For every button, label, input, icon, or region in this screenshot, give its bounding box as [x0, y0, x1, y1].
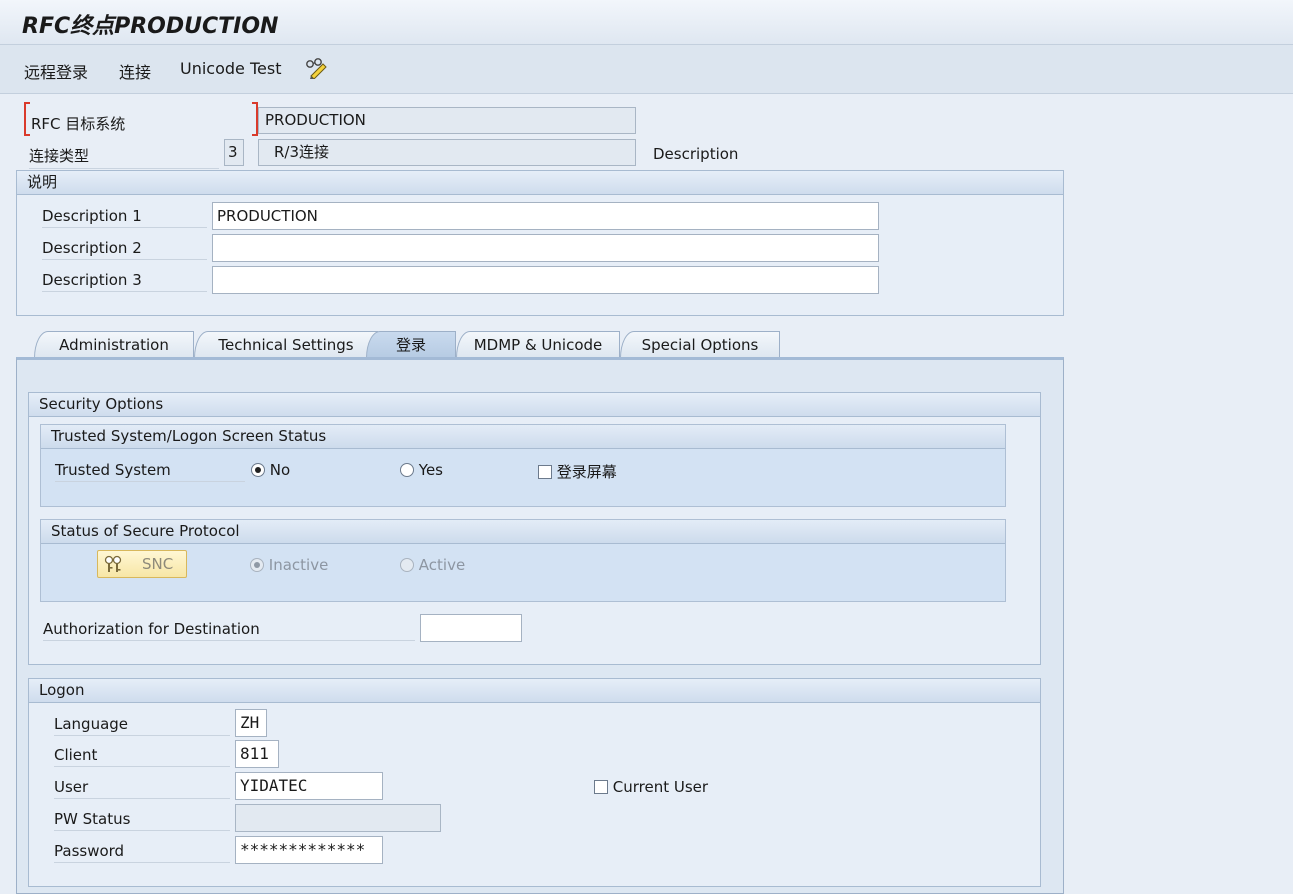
password-label: Password — [54, 842, 230, 863]
password-input[interactable]: ************* — [235, 836, 383, 864]
tab-logon[interactable]: 登录 — [366, 331, 456, 358]
pw-status-label: PW Status — [54, 810, 230, 831]
snc-active-label: Active — [418, 556, 466, 574]
window-title: RFC终点PRODUCTION — [22, 14, 279, 39]
language-input[interactable]: ZH — [235, 709, 267, 737]
remote-logon-button[interactable]: 远程登录 — [24, 59, 88, 83]
description-3-label: Description 3 — [42, 271, 207, 292]
radio-trusted-no[interactable] — [251, 463, 265, 477]
client-input[interactable]: 811 — [235, 740, 279, 768]
trusted-system-label: Trusted System — [55, 461, 245, 482]
connection-type-code[interactable]: 3 — [224, 139, 244, 166]
current-user-checkbox[interactable] — [594, 780, 608, 794]
authorization-input[interactable] — [420, 614, 522, 642]
logon-screen-checkbox[interactable] — [538, 465, 552, 479]
connection-type-value: R/3连接 — [258, 139, 636, 166]
snc-button-label: SNC — [142, 555, 174, 573]
radio-trusted-yes[interactable] — [400, 463, 414, 477]
tab-mdmp-unicode[interactable]: MDMP & Unicode — [456, 331, 620, 358]
snc-active-option: Active — [400, 556, 465, 574]
radio-snc-inactive — [250, 558, 264, 572]
title-bar: RFC终点PRODUCTION — [0, 0, 1293, 45]
tab-special-options[interactable]: Special Options — [620, 331, 780, 358]
snc-inactive-option: Inactive — [250, 556, 328, 574]
unicode-test-button[interactable]: Unicode Test — [180, 59, 281, 78]
security-options-title: Security Options — [29, 393, 1040, 417]
snc-inactive-label: Inactive — [268, 556, 329, 574]
required-bracket-left — [24, 102, 30, 136]
trusted-system-group-title: Trusted System/Logon Screen Status — [41, 425, 1005, 449]
logon-screen-option[interactable]: 登录屏幕 — [538, 461, 617, 482]
trusted-no-label: No — [269, 461, 291, 479]
logon-screen-label: 登录屏幕 — [556, 463, 617, 481]
connection-test-button[interactable]: 连接 — [119, 59, 151, 83]
client-label: Client — [54, 746, 230, 767]
keys-icon — [104, 555, 124, 581]
rfc-target-label: RFC 目标系统 — [31, 115, 126, 133]
description-2-input[interactable] — [212, 234, 879, 262]
language-label: Language — [54, 715, 230, 736]
description-3-input[interactable] — [212, 266, 879, 294]
authorization-label: Authorization for Destination — [43, 620, 415, 641]
rfc-target-field[interactable]: PRODUCTION — [258, 107, 636, 134]
user-input[interactable]: YIDATEC — [235, 772, 383, 800]
current-user-option[interactable]: Current User — [594, 778, 708, 796]
radio-snc-active — [400, 558, 414, 572]
pencil-glasses-icon[interactable] — [304, 57, 328, 83]
description-1-label: Description 1 — [42, 207, 207, 228]
description-label: Description — [653, 145, 739, 163]
trusted-yes-option[interactable]: Yes — [400, 461, 443, 479]
tab-technical-settings[interactable]: Technical Settings — [194, 331, 378, 358]
snc-button[interactable]: SNC — [97, 550, 187, 578]
secure-protocol-group-title: Status of Secure Protocol — [41, 520, 1005, 544]
connection-type-label: 连接类型 — [29, 145, 219, 169]
user-label: User — [54, 778, 230, 799]
description-1-input[interactable]: PRODUCTION — [212, 202, 879, 230]
tab-administration[interactable]: Administration — [34, 331, 194, 358]
pw-status-field — [235, 804, 441, 832]
trusted-yes-label: Yes — [418, 461, 443, 479]
application-toolbar: 远程登录 连接 Unicode Test — [0, 45, 1293, 94]
current-user-label: Current User — [612, 778, 709, 796]
description-2-label: Description 2 — [42, 239, 207, 260]
trusted-no-option[interactable]: No — [251, 461, 290, 479]
description-group-title: 说明 — [17, 171, 1063, 195]
logon-group-title: Logon — [29, 679, 1040, 703]
